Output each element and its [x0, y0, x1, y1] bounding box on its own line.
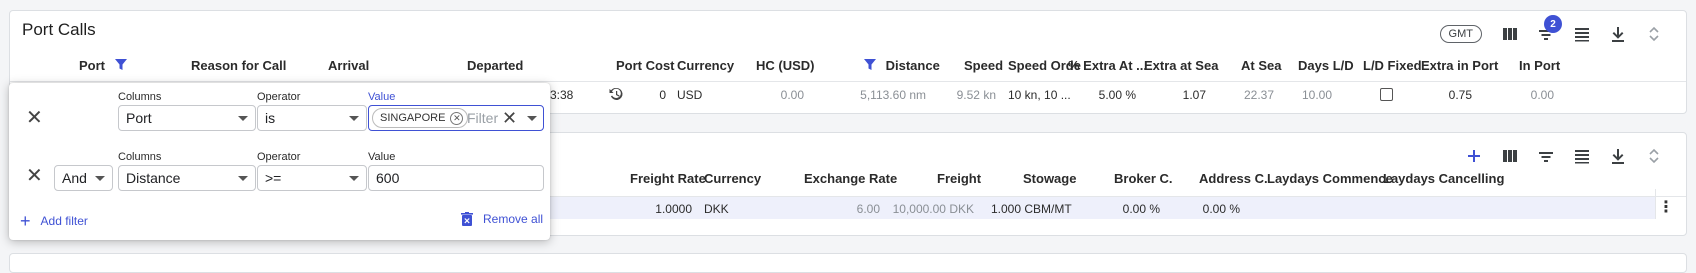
- remove-filter-2-icon[interactable]: ✕: [26, 166, 43, 186]
- operator-label: Operator: [257, 151, 301, 163]
- col-header-departed[interactable]: Departed: [467, 58, 523, 73]
- cell-currency: USD: [677, 88, 703, 102]
- cell-distance: 5,113.60 nm: [860, 88, 926, 102]
- header-divider: [10, 81, 1686, 82]
- cell-port-cost: 0: [659, 88, 666, 102]
- filter-1-operator-select[interactable]: is: [257, 105, 367, 131]
- col-header-currency[interactable]: Currency: [677, 58, 734, 73]
- chip-remove-icon[interactable]: ✕: [450, 112, 464, 125]
- col-header-laydays-commence[interactable]: Laydays Commence: [1267, 171, 1393, 186]
- filter-2-value-input[interactable]: 600: [368, 165, 544, 191]
- density-icon[interactable]: [1564, 143, 1600, 169]
- col-header-broker-c[interactable]: Broker C.: [1114, 171, 1173, 186]
- col-header-currency[interactable]: Currency: [704, 171, 761, 186]
- filter-placeholder: Filter: [467, 110, 499, 126]
- cell-freight-rate: 1.0000: [655, 202, 692, 216]
- cell-extra-at: 5.00 %: [1098, 88, 1136, 102]
- column-divider: [1655, 189, 1656, 219]
- cell-currency: DKK: [704, 202, 729, 216]
- filter-list-icon[interactable]: [1528, 143, 1564, 169]
- cell-departed: 3:38: [550, 88, 574, 102]
- cargo-toolbar: [1456, 143, 1672, 169]
- cell-speed: 9.52 kn: [956, 88, 996, 102]
- filter-1-column-select[interactable]: Port: [118, 105, 256, 131]
- chevron-down-icon[interactable]: [527, 116, 537, 121]
- operator-label: Operator: [257, 91, 301, 103]
- cell-at-sea: 22.37: [1243, 88, 1274, 102]
- filter-count-badge: 2: [1544, 15, 1562, 33]
- cell-broker-c: 0.00 %: [1122, 202, 1160, 216]
- download-icon[interactable]: [1600, 21, 1636, 47]
- expand-icon[interactable]: [1636, 21, 1672, 47]
- density-icon[interactable]: [1564, 21, 1600, 47]
- col-header-laydays-cancelling[interactable]: Laydays Cancelling: [1383, 171, 1504, 186]
- col-header-freight[interactable]: Freight: [937, 171, 981, 186]
- col-header-in-port[interactable]: In Port: [1519, 58, 1560, 73]
- col-header-reason[interactable]: Reason for Call: [191, 58, 286, 73]
- cell-stowage: 1.000 CBM/MT: [991, 202, 1072, 216]
- chevron-down-icon: [238, 176, 248, 181]
- lower-panel: [9, 253, 1687, 273]
- port-calls-title: Port Calls: [22, 20, 96, 39]
- col-header-at-sea[interactable]: At Sea: [1241, 58, 1281, 73]
- filter-active-icon: [864, 59, 876, 70]
- clear-icon[interactable]: ✕: [502, 108, 517, 129]
- filter-2-operator-select[interactable]: >=: [257, 165, 367, 191]
- cell-hc-usd: 0.00: [780, 88, 804, 102]
- row-menu-icon[interactable]: ⋮: [1658, 197, 1674, 217]
- cell-address-c: 0.00 %: [1202, 202, 1240, 216]
- col-header-extra-at[interactable]: % Extra At ...: [1068, 58, 1147, 73]
- value-label: Value: [368, 151, 396, 163]
- cell-extra-at-sea: 1.07: [1182, 88, 1206, 102]
- ld-fixed-checkbox[interactable]: [1380, 88, 1393, 101]
- filter-2-logic-select[interactable]: And: [54, 165, 113, 191]
- chevron-down-icon: [349, 176, 359, 181]
- chevron-down-icon: [238, 116, 248, 121]
- col-header-arrival[interactable]: Arrival: [328, 58, 369, 73]
- cell-in-port: 0.00: [1530, 88, 1554, 102]
- filter-1-value-input[interactable]: SINGAPORE ✕ Filter ✕: [368, 105, 544, 131]
- col-header-freight-rate[interactable]: Freight Rate: [630, 171, 706, 186]
- port-calls-toolbar: GMT 2: [1439, 15, 1672, 47]
- cell-days-ld: 10.00: [1301, 88, 1332, 102]
- add-icon[interactable]: [1456, 143, 1492, 169]
- filter-popup: ✕ Columns Operator Value Port is SINGAPO…: [9, 83, 550, 240]
- columns-label: Columns: [118, 91, 162, 103]
- col-header-address-c[interactable]: Address C.: [1199, 171, 1268, 186]
- cell-extra-in-port: 0.75: [1448, 88, 1472, 102]
- col-header-extra-in-port[interactable]: Extra in Port: [1421, 58, 1498, 73]
- history-icon[interactable]: [608, 86, 624, 107]
- chevron-down-icon: [349, 116, 359, 121]
- columns-icon[interactable]: [1492, 21, 1528, 47]
- col-header-days-ld[interactable]: Days L/D: [1298, 58, 1354, 73]
- filter-list-icon[interactable]: 2: [1528, 15, 1564, 47]
- col-header-port-cost[interactable]: Port Cost: [616, 58, 675, 73]
- col-header-stowage[interactable]: Stowage: [1023, 171, 1076, 186]
- filter-active-icon: [114, 59, 127, 70]
- cell-speed-order: 10 kn, 10 ...: [1008, 88, 1071, 102]
- value-label: Value: [368, 91, 396, 103]
- col-header-exchange-rate[interactable]: Exchange Rate: [804, 171, 897, 186]
- filter-2-column-select[interactable]: Distance: [118, 165, 256, 191]
- download-icon[interactable]: [1600, 143, 1636, 169]
- remove-filter-1-icon[interactable]: ✕: [26, 108, 43, 128]
- col-header-hc-usd[interactable]: HC (USD): [756, 58, 815, 73]
- add-filter-button[interactable]: + Add filter: [20, 212, 88, 230]
- col-header-ld-fixed[interactable]: L/D Fixed: [1363, 58, 1422, 73]
- columns-icon[interactable]: [1492, 143, 1528, 169]
- cell-exchange-rate: 6.00: [856, 202, 880, 216]
- chevron-down-icon: [95, 176, 105, 181]
- col-header-extra-at-sea[interactable]: Extra at Sea: [1144, 58, 1218, 73]
- value-chip: SINGAPORE ✕: [372, 108, 469, 128]
- trash-icon: [461, 212, 473, 226]
- cell-freight: 10,000.00 DKK: [892, 202, 974, 216]
- plus-icon: +: [20, 211, 31, 231]
- gmt-toggle[interactable]: GMT: [1439, 25, 1482, 43]
- expand-icon[interactable]: [1636, 143, 1672, 169]
- col-header-speed[interactable]: Speed: [964, 58, 1003, 73]
- columns-label: Columns: [118, 151, 162, 163]
- col-header-port[interactable]: Port: [79, 58, 127, 73]
- remove-all-button[interactable]: Remove all: [461, 212, 543, 226]
- col-header-distance[interactable]: Distance: [864, 58, 940, 73]
